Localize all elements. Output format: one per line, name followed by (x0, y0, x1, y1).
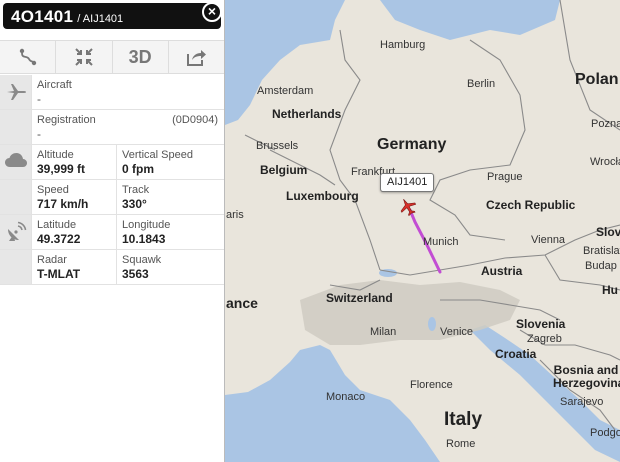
registration-row: Registration - (0D0904) (0, 110, 224, 145)
squawk-label: Squawk (122, 254, 162, 266)
flight-number: 4O1401 (11, 7, 74, 26)
speed-row: Speed 717 km/h Track 330° (0, 180, 224, 215)
country-label-germany: Germany (377, 136, 447, 153)
speed-cell: Speed 717 km/h (31, 180, 116, 214)
vertical-speed-value: 0 fpm (122, 162, 155, 176)
country-label-poland: Polan (575, 71, 619, 88)
city-label-prague: Prague (487, 171, 523, 183)
city-label-milan: Milan (370, 326, 397, 338)
flight-details: Aircraft - Registration - (0D0904) Altit… (0, 75, 224, 285)
city-label-budapest: Budap (585, 260, 617, 272)
route-icon (19, 48, 36, 66)
flight-title-bar: 4O1401 / AIJ1401 (3, 3, 221, 29)
country-label-france: ance (226, 295, 258, 311)
altitude-value: 39,999 ft (37, 162, 86, 176)
country-label-luxembourg: Luxembourg (286, 189, 359, 203)
city-label-florence: Florence (410, 379, 453, 391)
city-label-amsterdam: Amsterdam (257, 85, 314, 97)
country-label-belgium: Belgium (260, 163, 308, 177)
city-label-berlin: Berlin (467, 78, 496, 90)
city-label-vienna: Vienna (531, 234, 566, 246)
plane-callsign-label[interactable]: AIJ1401 (380, 173, 435, 192)
cloud-icon (4, 153, 27, 167)
aircraft-cell: Aircraft - (31, 75, 224, 109)
aircraft-section-icon-cell (0, 75, 31, 109)
city-label-brussels: Brussels (256, 140, 299, 152)
country-label-italy: Italy (444, 409, 483, 430)
city-label-wroclaw: Wrocław (590, 156, 620, 168)
latitude-value: 49.3722 (37, 232, 81, 246)
close-icon[interactable]: × (202, 2, 222, 22)
country-label-croatia: Croatia (495, 347, 537, 361)
radar-label: Radar (37, 254, 67, 266)
city-label-poznan: Poznań (591, 118, 620, 130)
registration-value: - (37, 127, 41, 141)
country-label-slovakia: Slova (596, 225, 620, 239)
track-label: Track (122, 184, 150, 196)
city-label-bratislava: Bratislava (583, 245, 620, 257)
aircraft-row: Aircraft - (0, 75, 224, 110)
share-button[interactable] (169, 41, 224, 73)
country-label-austria: Austria (481, 264, 523, 278)
vertical-speed-label: Vertical Speed (122, 149, 193, 161)
latitude-cell: Latitude 49.3722 (31, 215, 116, 249)
mode-s-code: (0D0904) (172, 114, 218, 126)
radar-value: T-MLAT (37, 267, 81, 281)
country-label-czech-republic: Czech Republic (486, 198, 576, 212)
flight-info-panel: 4O1401 / AIJ1401 × 3D Aircraft - Registr… (0, 0, 225, 462)
route-button[interactable] (0, 41, 57, 73)
squawk-cell: Squawk 3563 (116, 250, 224, 284)
city-label-paris: aris (226, 209, 244, 221)
aircraft-label: Aircraft (37, 79, 72, 91)
city-label-rome: Rome (446, 438, 476, 450)
aircraft-value: - (37, 92, 41, 106)
position-row: Latitude 49.3722 Longitude 10.1843 (0, 215, 224, 250)
city-label-zagreb: Zagreb (527, 333, 562, 345)
country-label-netherlands: Netherlands (272, 107, 342, 121)
city-label-sarajevo: Sarajevo (560, 396, 604, 408)
country-label-switzerland: Switzerland (326, 291, 393, 305)
city-label-munich: Munich (423, 236, 459, 248)
country-label-slovenia: Slovenia (516, 317, 566, 331)
squawk-value: 3563 (122, 267, 149, 281)
track-value: 330° (122, 197, 147, 211)
longitude-label: Longitude (122, 219, 171, 231)
weather-section-icon-cell (0, 145, 31, 179)
longitude-cell: Longitude 10.1843 (116, 215, 224, 249)
share-icon (187, 50, 207, 66)
country-label-monaco: Monaco (326, 391, 366, 403)
satellite-dish-icon (7, 221, 26, 241)
registration-cell: Registration - (0D0904) (31, 110, 224, 144)
compress-arrows-icon (75, 48, 93, 66)
flight-callsign: / AIJ1401 (77, 13, 124, 25)
airplane-icon (6, 84, 26, 100)
longitude-value: 10.1843 (122, 232, 166, 246)
city-label-venice: Venice (440, 326, 474, 338)
city-label-hamburg: Hamburg (380, 39, 426, 51)
altitude-label: Altitude (37, 149, 74, 161)
altitude-cell: Altitude 39,999 ft (31, 145, 116, 179)
collapse-button[interactable] (56, 41, 113, 73)
radar-row: Radar T-MLAT Squawk 3563 (0, 250, 224, 285)
airplane-marker-icon[interactable] (398, 197, 418, 217)
city-label-podgorica: Podgo (590, 427, 620, 439)
speed-value: 717 km/h (37, 197, 89, 211)
altitude-row: Altitude 39,999 ft Vertical Speed 0 fpm (0, 145, 224, 180)
radar-cell: Radar T-MLAT (31, 250, 116, 284)
3d-view-button[interactable]: 3D (113, 41, 169, 73)
panel-toolbar: 3D (0, 40, 224, 74)
vertical-speed-cell: Vertical Speed 0 fpm (116, 145, 224, 179)
latitude-label: Latitude (37, 219, 77, 231)
track-cell: Track 330° (116, 180, 224, 214)
country-label-hungary: Hu (602, 283, 618, 297)
country-label-bosnia: Bosnia and Herzegovina (553, 363, 620, 390)
speed-label: Speed (37, 184, 69, 196)
radar-section-icon-cell (0, 215, 31, 249)
